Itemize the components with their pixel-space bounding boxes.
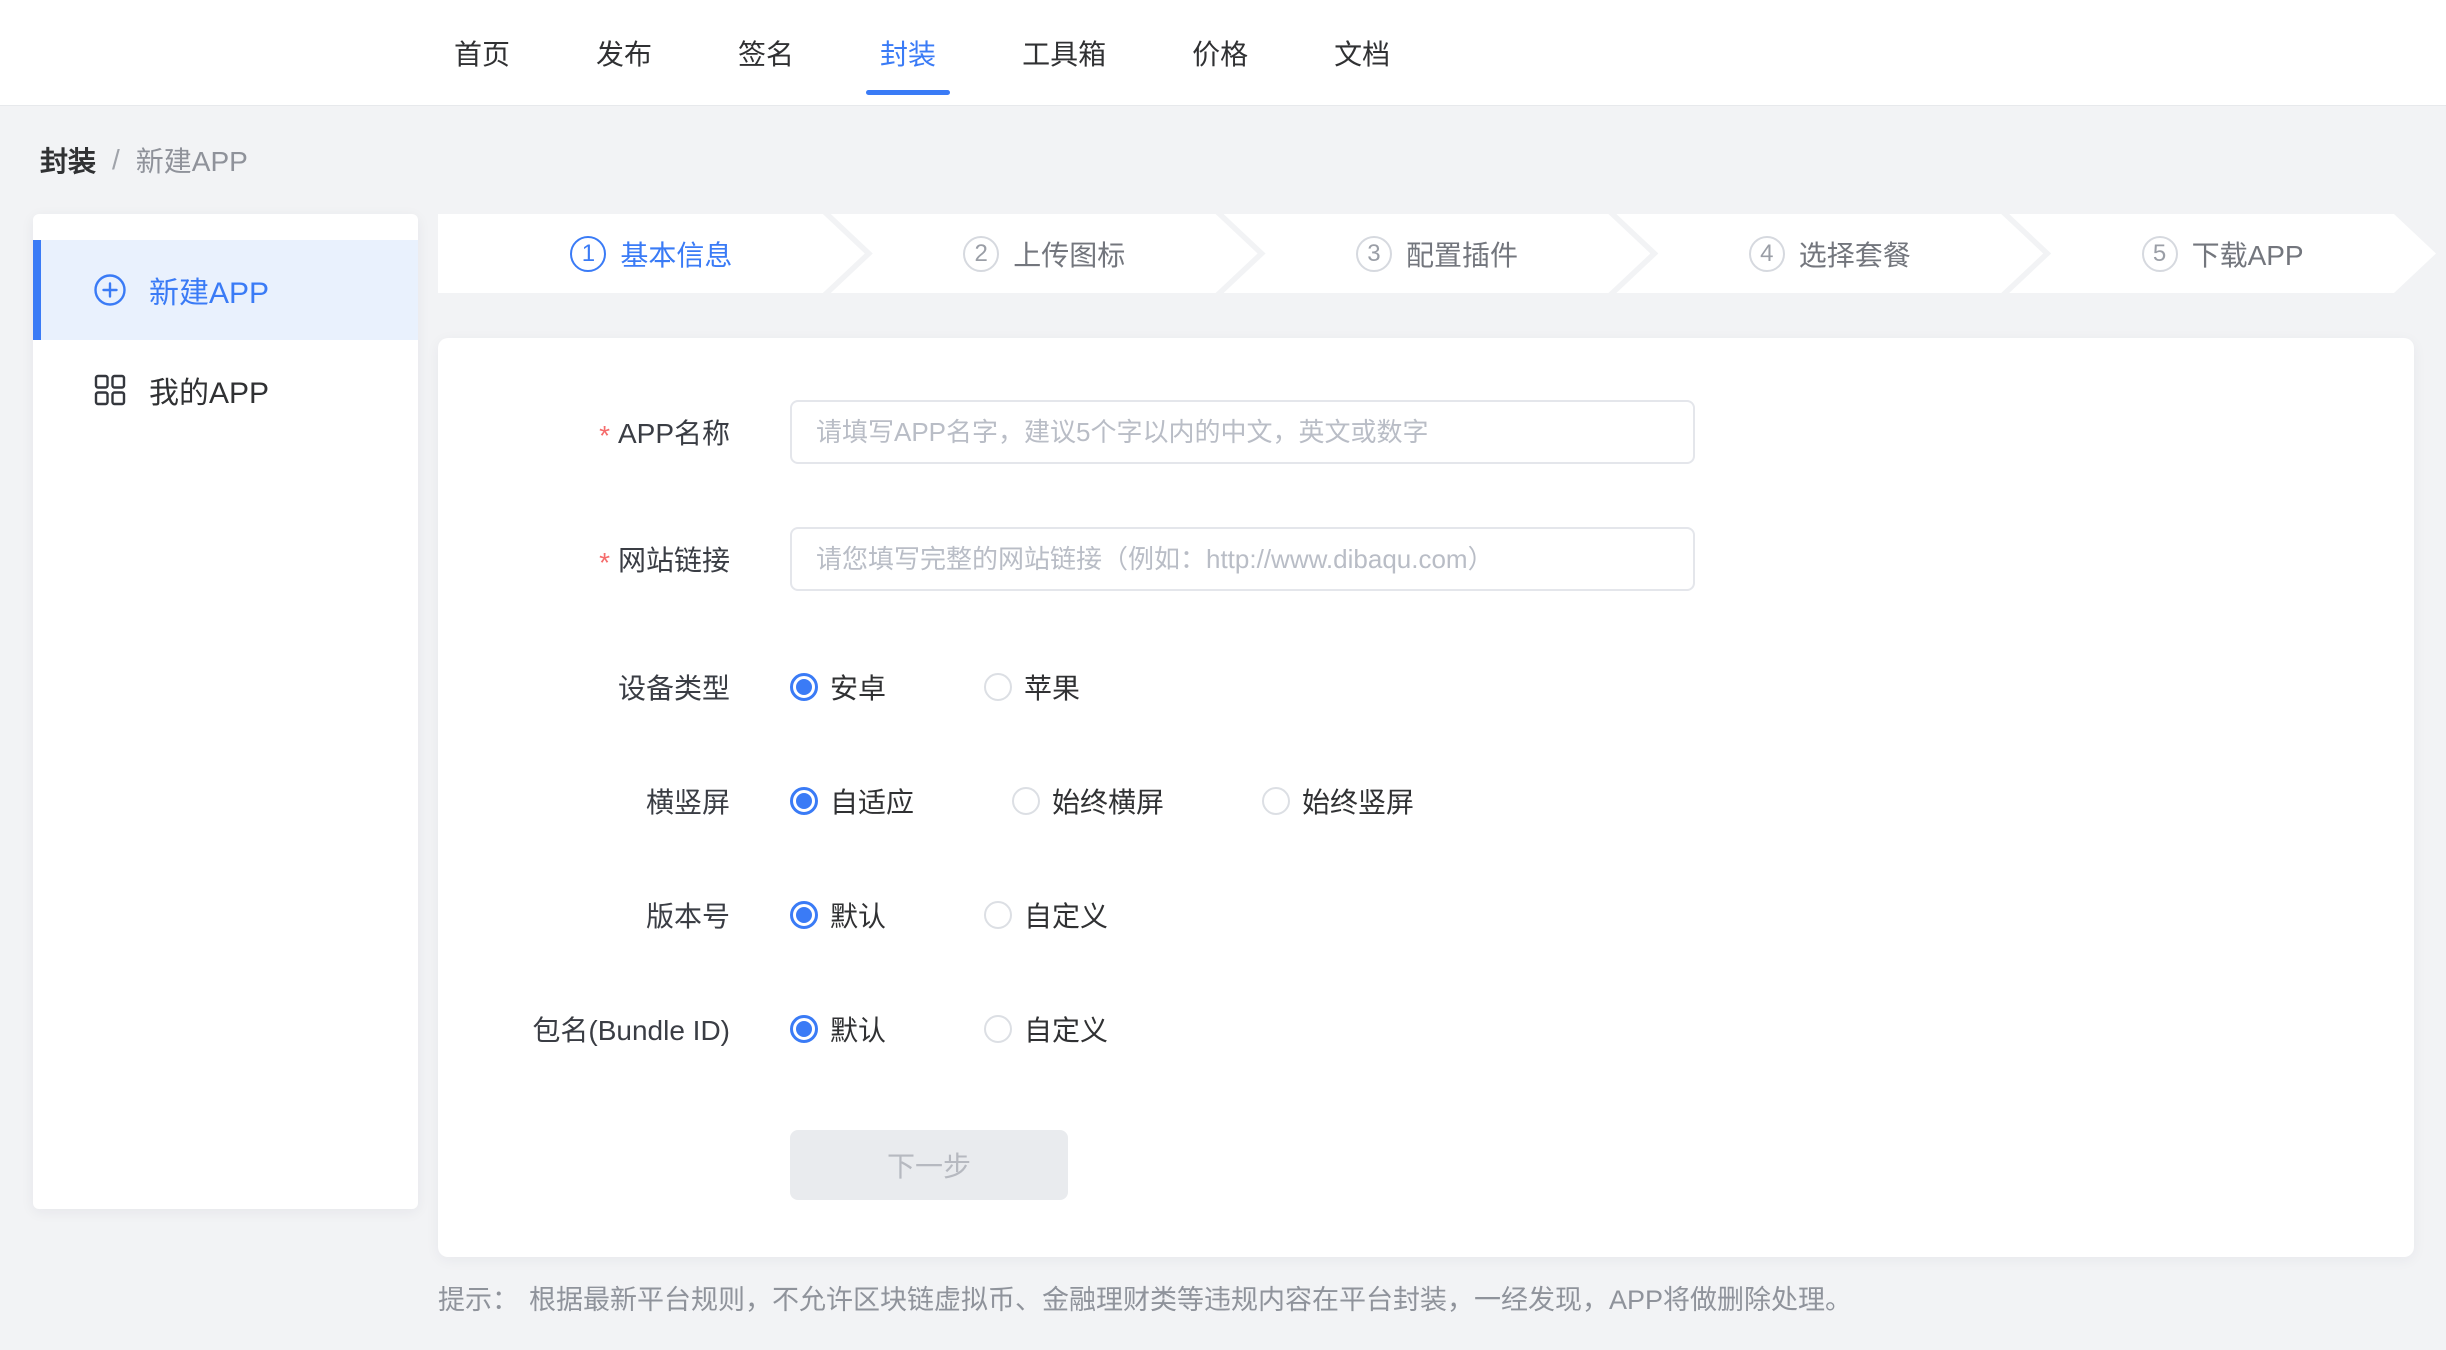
sidebar-item-new-app[interactable]: 新建APP xyxy=(33,240,418,340)
radio-label: 自定义 xyxy=(1024,895,1108,935)
radio-label: 始终竖屏 xyxy=(1302,781,1414,821)
radio-version-default[interactable]: 默认 xyxy=(790,895,886,935)
field-label: 版本号 xyxy=(438,895,730,935)
nav-item-home[interactable]: 首页 xyxy=(440,33,524,73)
field-label-text: 横竖屏 xyxy=(646,781,730,821)
top-bar: 首页 发布 签名 封装 工具箱 价格 xyxy=(0,0,2446,106)
breadcrumb-section[interactable]: 封装 xyxy=(40,140,96,180)
field-label: * 网站链接 xyxy=(438,539,730,579)
form-row-app-name: * APP名称 xyxy=(438,400,2414,464)
radio-label: 自定义 xyxy=(1024,1009,1108,1049)
radio-unselected-icon xyxy=(984,901,1012,929)
form-row-orientation: 横竖屏 自适应 始终横屏 始终竖屏 xyxy=(438,783,2414,819)
grid-icon xyxy=(93,373,127,407)
step-label: 上传图标 xyxy=(1013,234,1125,274)
field-label: 设备类型 xyxy=(438,667,730,707)
radio-unselected-icon xyxy=(984,673,1012,701)
tip-prefix: 提示： xyxy=(438,1278,519,1317)
step-label: 下载APP xyxy=(2192,234,2304,274)
radio-label: 始终横屏 xyxy=(1052,781,1164,821)
form-row-site-url: * 网站链接 xyxy=(438,527,2414,591)
step-configure-plugins[interactable]: 3 配置插件 xyxy=(1224,214,1651,293)
nav-item-label: 发布 xyxy=(596,33,652,73)
form-row-bundle-id: 包名(Bundle ID) 默认 自定义 xyxy=(438,1011,2414,1047)
radio-selected-icon xyxy=(790,673,818,701)
radio-bundle-default[interactable]: 默认 xyxy=(790,1009,886,1049)
required-asterisk: * xyxy=(599,422,610,450)
field-label: * APP名称 xyxy=(438,412,730,452)
main-nav: 首页 发布 签名 封装 工具箱 价格 xyxy=(440,0,1404,105)
radio-orientation-auto[interactable]: 自适应 xyxy=(790,781,914,821)
nav-item-pricing[interactable]: 价格 xyxy=(1178,33,1262,73)
radio-bundle-custom[interactable]: 自定义 xyxy=(984,1009,1108,1049)
step-upload-icon[interactable]: 2 上传图标 xyxy=(831,214,1258,293)
step-number-badge: 4 xyxy=(1749,236,1785,272)
radio-unselected-icon xyxy=(984,1015,1012,1043)
step-label: 基本信息 xyxy=(620,234,732,274)
radio-label: 苹果 xyxy=(1024,667,1080,707)
field-label: 横竖屏 xyxy=(438,781,730,821)
nav-item-label: 封装 xyxy=(880,33,936,73)
radio-unselected-icon xyxy=(1012,787,1040,815)
app-name-input[interactable] xyxy=(790,400,1695,464)
radio-label: 安卓 xyxy=(830,667,886,707)
radio-ios[interactable]: 苹果 xyxy=(984,667,1080,707)
tip-text: 根据最新平台规则，不允许区块链虚拟币、金融理财类等违规内容在平台封装，一经发现，… xyxy=(529,1278,1852,1317)
nav-item-label: 工具箱 xyxy=(1022,33,1106,73)
step-number-badge: 3 xyxy=(1356,236,1392,272)
form-row-device-type: 设备类型 安卓 苹果 xyxy=(438,669,2414,705)
sidebar-item-label: 新建APP xyxy=(149,268,269,312)
nav-item-toolbox[interactable]: 工具箱 xyxy=(1008,33,1120,73)
step-label: 选择套餐 xyxy=(1799,234,1911,274)
radio-label: 默认 xyxy=(830,1009,886,1049)
nav-item-package[interactable]: 封装 xyxy=(866,33,950,73)
page: 首页 发布 签名 封装 工具箱 价格 xyxy=(0,0,2446,1350)
sidebar-item-label: 我的APP xyxy=(149,368,269,412)
form-card: * APP名称 * 网站链接 设备类型 安卓 xyxy=(438,338,2414,1257)
nav-item-docs[interactable]: 文档 xyxy=(1320,33,1404,73)
nav-active-underline xyxy=(866,90,950,95)
breadcrumb: 封装 / 新建APP xyxy=(40,142,248,178)
field-label-text: 版本号 xyxy=(646,895,730,935)
step-label: 配置插件 xyxy=(1406,234,1518,274)
breadcrumb-separator: / xyxy=(112,144,120,176)
nav-item-publish[interactable]: 发布 xyxy=(582,33,666,73)
radio-selected-icon xyxy=(790,1015,818,1043)
radio-unselected-icon xyxy=(1262,787,1290,815)
nav-item-sign[interactable]: 签名 xyxy=(724,33,808,73)
radio-android[interactable]: 安卓 xyxy=(790,667,886,707)
field-label-text: 设备类型 xyxy=(618,667,730,707)
radio-orientation-landscape[interactable]: 始终横屏 xyxy=(1012,781,1164,821)
breadcrumb-page: 新建APP xyxy=(136,140,248,180)
next-step-button[interactable]: 下一步 xyxy=(790,1130,1068,1200)
form-row-version: 版本号 默认 自定义 xyxy=(438,897,2414,933)
step-number-badge: 1 xyxy=(570,236,606,272)
step-number-badge: 5 xyxy=(2142,236,2178,272)
field-label-text: 包名(Bundle ID) xyxy=(532,1009,730,1049)
nav-item-label: 价格 xyxy=(1192,33,1248,73)
radio-label: 默认 xyxy=(830,895,886,935)
radio-label: 自适应 xyxy=(830,781,914,821)
step-download-app[interactable]: 5 下载APP xyxy=(2009,214,2436,293)
sidebar: 新建APP 我的APP xyxy=(33,214,418,1209)
required-asterisk: * xyxy=(599,549,610,577)
radio-version-custom[interactable]: 自定义 xyxy=(984,895,1108,935)
step-basic-info[interactable]: 1 基本信息 xyxy=(438,214,865,293)
nav-item-label: 文档 xyxy=(1334,33,1390,73)
field-label-text: 网站链接 xyxy=(618,539,730,579)
radio-selected-icon xyxy=(790,901,818,929)
radio-selected-icon xyxy=(790,787,818,815)
step-wizard: 1 基本信息 2 上传图标 3 配置插件 4 选择套餐 5 下载APP xyxy=(438,214,2436,293)
plus-circle-icon xyxy=(93,273,127,307)
nav-item-label: 首页 xyxy=(454,33,510,73)
sidebar-item-my-apps[interactable]: 我的APP xyxy=(33,340,418,440)
site-url-input[interactable] xyxy=(790,527,1695,591)
platform-rule-tip: 提示： 根据最新平台规则，不允许区块链虚拟币、金融理财类等违规内容在平台封装，一… xyxy=(438,1278,1852,1317)
step-number-badge: 2 xyxy=(963,236,999,272)
nav-item-label: 签名 xyxy=(738,33,794,73)
field-label-text: APP名称 xyxy=(618,412,730,452)
radio-orientation-portrait[interactable]: 始终竖屏 xyxy=(1262,781,1414,821)
step-choose-plan[interactable]: 4 选择套餐 xyxy=(1616,214,2043,293)
field-label: 包名(Bundle ID) xyxy=(438,1009,730,1049)
